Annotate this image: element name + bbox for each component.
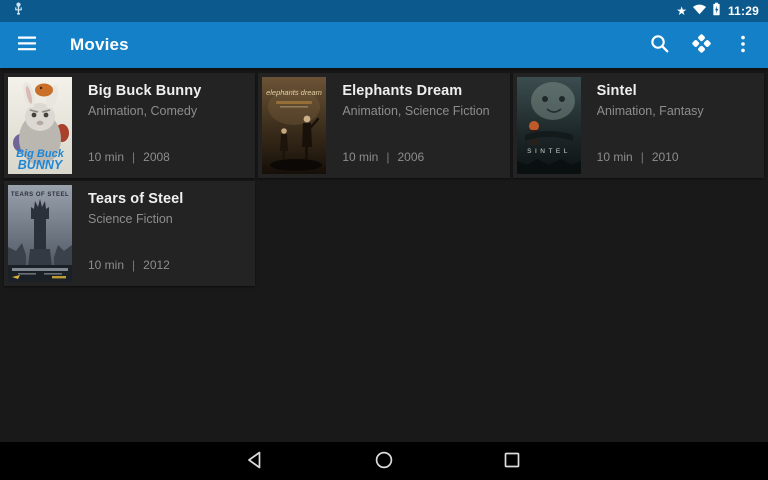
meta-separator: | <box>132 150 135 164</box>
meta-separator: | <box>386 150 389 164</box>
movie-card-tears-of-steel[interactable]: TEARS OF STEEL Tears of Steel Science Fi… <box>4 181 255 286</box>
home-button[interactable] <box>364 442 404 480</box>
clover-icon <box>691 33 712 57</box>
movie-duration: 10 min <box>597 150 633 164</box>
movie-title: Tears of Steel <box>88 191 245 207</box>
movie-year: 2008 <box>143 150 170 164</box>
movie-poster-big-buck-bunny: Big Buck BUNNY <box>8 77 72 174</box>
usb-icon <box>13 2 24 21</box>
movie-year: 2010 <box>652 150 679 164</box>
movie-duration: 10 min <box>88 150 124 164</box>
clock-text: 11:29 <box>728 4 759 18</box>
movie-poster-tears-of-steel: TEARS OF STEEL <box>8 185 72 282</box>
movie-meta: 10 min | 2012 <box>88 258 170 272</box>
movie-title: Big Buck Bunny <box>88 83 245 99</box>
movie-poster-sintel: SINTEL <box>517 77 581 174</box>
movie-card-sintel[interactable]: SINTEL Sintel Animation, Fantasy 10 min |… <box>513 73 764 178</box>
battery-charging-icon <box>712 2 721 21</box>
overflow-menu-button[interactable] <box>722 22 764 68</box>
movie-title: Sintel <box>597 83 754 99</box>
back-icon <box>245 449 267 474</box>
app-bar: Movies <box>0 22 768 68</box>
movie-info: Tears of Steel Science Fiction 10 min | 20… <box>72 181 255 286</box>
svg-text:elephants dream: elephants dream <box>266 88 322 97</box>
star-icon: ★ <box>676 5 687 17</box>
android-screen: ★ 11:29 <box>0 0 768 480</box>
hamburger-icon <box>17 36 37 54</box>
movie-genres: Animation, Comedy <box>88 104 245 118</box>
movie-duration: 10 min <box>88 258 124 272</box>
back-button[interactable] <box>236 442 276 480</box>
movie-genres: Animation, Fantasy <box>597 104 754 118</box>
movie-meta: 10 min | 2010 <box>597 150 679 164</box>
svg-text:SINTEL: SINTEL <box>527 148 571 155</box>
home-icon <box>373 449 395 474</box>
hamburger-menu-button[interactable] <box>6 22 48 68</box>
movie-duration: 10 min <box>342 150 378 164</box>
clover-button[interactable] <box>680 22 722 68</box>
overflow-dots-icon <box>733 34 753 57</box>
movie-meta: 10 min | 2006 <box>342 150 424 164</box>
movie-card-big-buck-bunny[interactable]: Big Buck BUNNY Big Buck Bunny Animation,… <box>4 73 255 178</box>
svg-text:BUNNY: BUNNY <box>18 158 64 172</box>
recents-button[interactable] <box>492 442 532 480</box>
wifi-icon <box>692 2 707 20</box>
movie-year: 2012 <box>143 258 170 272</box>
movie-card-elephants-dream[interactable]: elephants dream Elephants Dream Animatio… <box>258 73 509 178</box>
navigation-bar <box>0 442 768 480</box>
movie-poster-elephants-dream: elephants dream <box>262 77 326 174</box>
meta-separator: | <box>641 150 644 164</box>
movie-grid: Big Buck BUNNY Big Buck Bunny Animation,… <box>0 68 768 442</box>
svg-text:TEARS OF STEEL: TEARS OF STEEL <box>11 192 69 198</box>
movie-info: Sintel Animation, Fantasy 10 min | 2010 <box>581 73 764 178</box>
search-button[interactable] <box>638 22 680 68</box>
meta-separator: | <box>132 258 135 272</box>
movie-info: Big Buck Bunny Animation, Comedy 10 min |… <box>72 73 255 178</box>
movie-title: Elephants Dream <box>342 83 499 99</box>
movie-meta: 10 min | 2008 <box>88 150 170 164</box>
movie-genres: Science Fiction <box>88 212 245 226</box>
recents-icon <box>501 449 523 474</box>
movie-year: 2006 <box>397 150 424 164</box>
movie-genres: Animation, Science Fiction <box>342 104 499 118</box>
page-title: Movies <box>70 35 129 55</box>
search-icon <box>649 33 670 57</box>
status-bar: ★ 11:29 <box>0 0 768 22</box>
movie-info: Elephants Dream Animation, Science Ficti… <box>326 73 509 178</box>
